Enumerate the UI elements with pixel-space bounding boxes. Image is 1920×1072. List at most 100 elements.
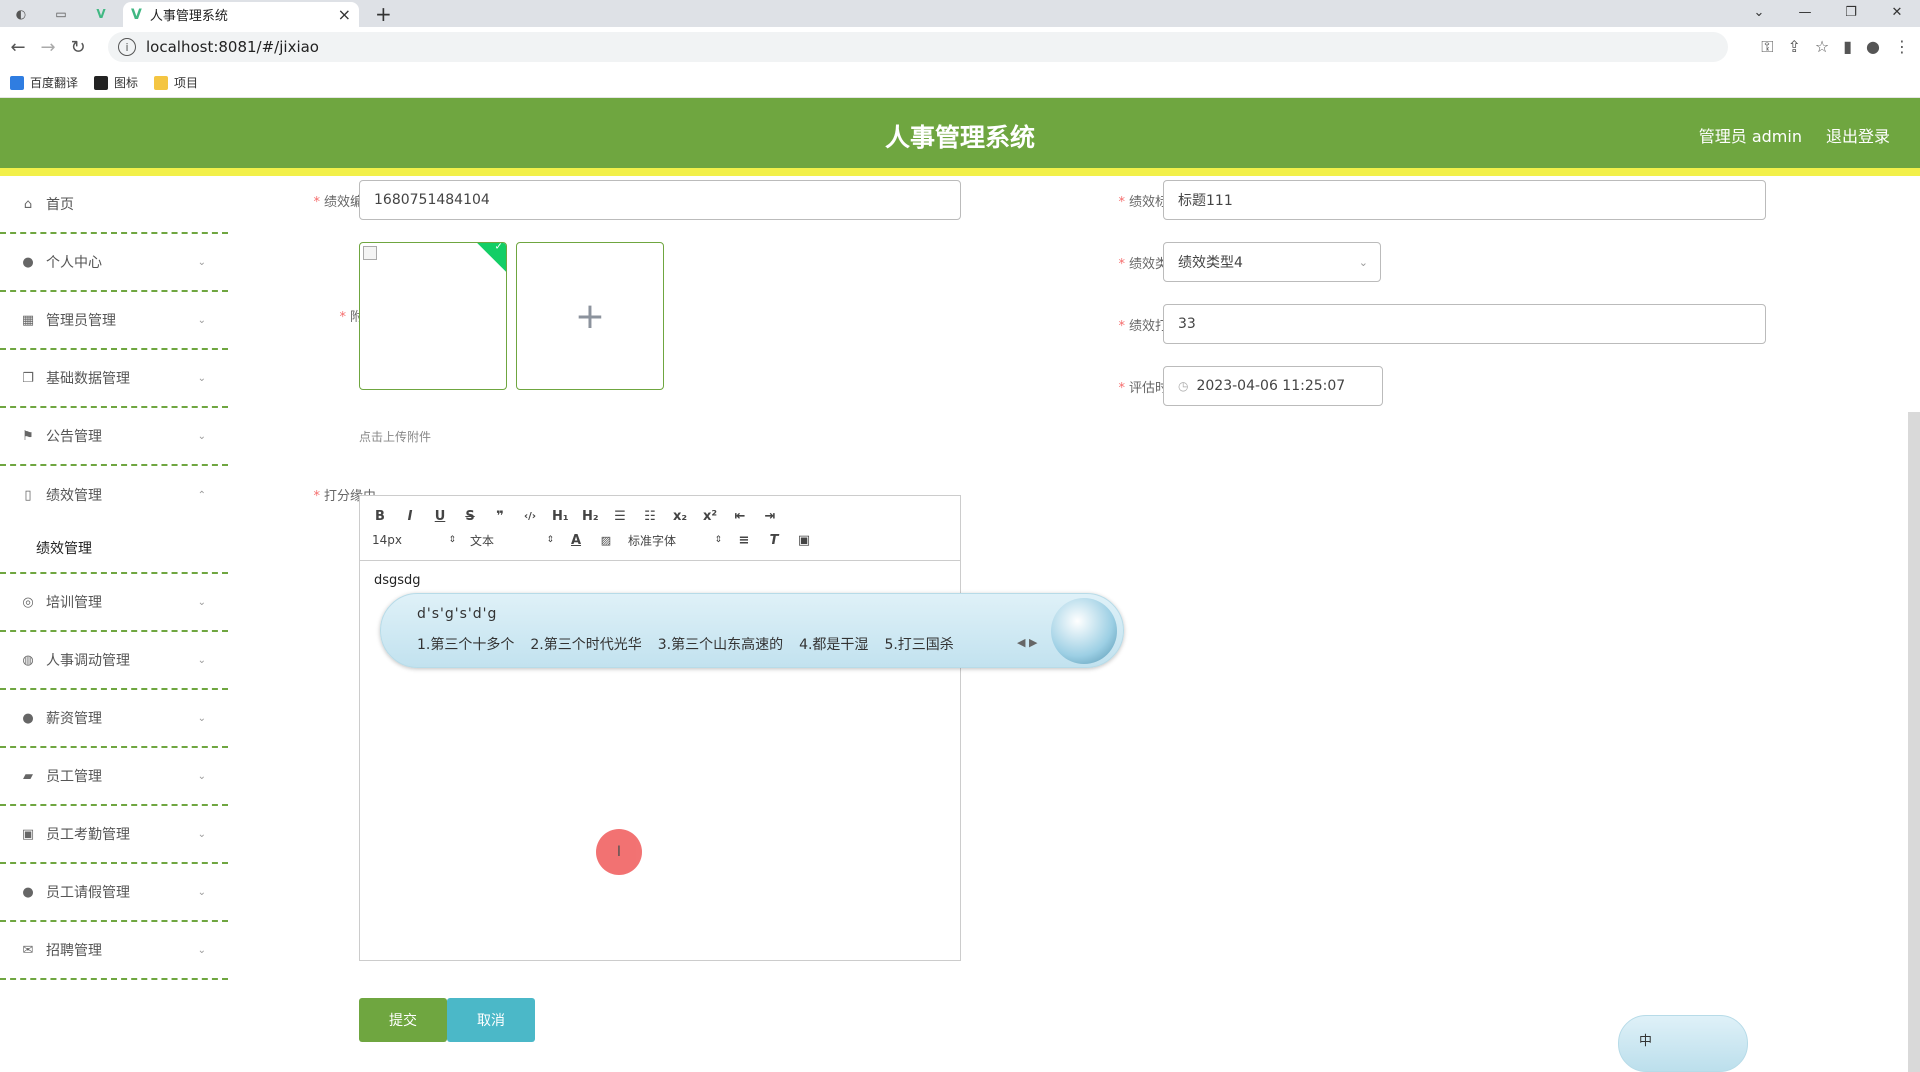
translate-icon [10,75,24,90]
bookmark-icons[interactable]: 图标 [94,74,138,91]
chevron-down-icon: ⌄ [197,372,206,384]
url-bar[interactable]: i localhost:8081/#/jixiao [108,32,1728,62]
code-block-button[interactable]: ‹/› [522,511,538,522]
profile-icon[interactable]: ● [1866,37,1880,57]
italic-button[interactable]: I [402,509,418,524]
image-icon[interactable]: ▣ [796,533,812,548]
share-icon[interactable]: ⇪ [1787,37,1800,57]
heading1-button[interactable]: H₁ [552,509,569,524]
sidebar-item-personal-center[interactable]: ● 个人中心 ⌄ [0,234,228,292]
bookmark-project[interactable]: 项目 [154,74,198,91]
close-window-button[interactable]: ✕ [1874,0,1920,24]
ime-status-bar[interactable]: 中 [1618,1015,1748,1072]
upload-add-button[interactable]: + [516,242,664,390]
uploaded-file-thumbnail[interactable]: ✓ [359,242,507,390]
minimize-button[interactable]: — [1782,0,1828,24]
forward-icon[interactable]: → [33,37,63,58]
tab-blank-icon[interactable]: ▭ [50,4,72,24]
mail-icon: ✉ [22,942,34,958]
sidebar-item-performance[interactable]: ▯ 绩效管理 ⌃ [0,466,228,524]
sidebar-item-admin[interactable]: ▦ 管理员管理 ⌄ [0,292,228,350]
bullet-list-button[interactable]: ☷ [642,509,658,524]
bookmark-label: 百度翻译 [30,76,79,90]
site-info-icon[interactable]: i [118,38,136,56]
sidebar-item-label: 员工考勤管理 [46,827,130,843]
heading2-button[interactable]: H₂ [582,509,599,524]
ime-candidate[interactable]: 5.打三国杀 [884,634,953,654]
active-tab[interactable]: V 人事管理系统 × [123,2,359,27]
perf-score-input[interactable]: 33 [1163,304,1766,344]
browser-tab-bar: ◐ ▭ V V 人事管理系统 × + ⌄ — ❐ ✕ [0,0,1920,27]
sidebar-item-transfer[interactable]: ◍ 人事调动管理 ⌄ [0,632,228,690]
sidebar-item-recruitment[interactable]: ✉ 招聘管理 ⌄ [0,922,228,980]
sidebar-item-notice[interactable]: ⚑ 公告管理 ⌄ [0,408,228,466]
ime-candidate[interactable]: 1.第三个十多个 [417,634,514,654]
bookmark-label: 项目 [174,76,199,90]
restore-button[interactable]: ❐ [1828,0,1874,24]
tab-search-icon[interactable]: ◐ [10,4,32,24]
background-color-icon[interactable]: ▨ [598,534,614,547]
perf-type-select[interactable]: 绩效类型4 ⌄ [1163,242,1381,282]
sidebar-item-base-data[interactable]: ❐ 基础数据管理 ⌄ [0,350,228,408]
tab-close-icon[interactable]: × [338,5,351,24]
browser-actions: ⚿ ⇪ ☆ ▮ ● ⋮ [1761,37,1910,57]
eval-time-picker[interactable]: ◷ 2023-04-06 11:25:07 [1163,366,1383,406]
key-icon[interactable]: ⚿ [1761,37,1773,57]
text-color-icon[interactable]: A [568,533,584,548]
tab-title: 人事管理系统 [149,9,228,24]
perf-title-input[interactable]: 标题111 [1163,180,1766,220]
cancel-button[interactable]: 取消 [447,998,535,1042]
subscript-button[interactable]: x₂ [672,509,688,524]
sidebar-item-salary[interactable]: ● 薪资管理 ⌄ [0,690,228,748]
bold-button[interactable]: B [372,509,388,524]
sidebar-item-label: 管理员管理 [46,313,116,329]
ime-candidate[interactable]: 2.第三个时代光华 [530,634,641,654]
tab-search-chevron-icon[interactable]: ⌄ [1736,0,1782,24]
bookmark-baidu-translate[interactable]: 百度翻译 [10,74,78,91]
clear-format-icon[interactable]: T [766,533,782,548]
reload-icon[interactable]: ↻ [63,37,93,58]
new-tab-button[interactable]: + [375,2,392,26]
select-arrows-icon: ⇕ [546,535,554,545]
ime-candidate[interactable]: 3.第三个山东高速的 [658,634,783,654]
sidebar-item-attendance[interactable]: ▣ 员工考勤管理 ⌄ [0,806,228,864]
sidebar-item-home[interactable]: ⌂ 首页 [0,176,228,234]
logout-link[interactable]: 退出登录 [1826,123,1890,147]
tab-vue-icon[interactable]: V [90,4,112,24]
perf-no-input[interactable]: 1680751484104 [359,180,961,220]
superscript-button[interactable]: x² [702,509,718,524]
bookmark-label: 图标 [114,76,139,90]
sidebar-item-employee[interactable]: ▰ 员工管理 ⌄ [0,748,228,806]
sidebar-item-training[interactable]: ◎ 培训管理 ⌄ [0,574,228,632]
outdent-button[interactable]: ⇤ [732,509,748,524]
star-icon[interactable]: ☆ [1815,37,1829,57]
ordered-list-button[interactable]: ☰ [612,509,628,524]
toolbar-row-2: 14px ⇕ 文本 ⇕ A ▨ 标准字体 ⇕ ≡ T ▣ [372,528,948,552]
sidebar-item-leave[interactable]: ● 员工请假管理 ⌄ [0,864,228,922]
ime-candidate[interactable]: 4.都是干湿 [799,634,868,654]
indent-button[interactable]: ⇥ [762,509,778,524]
underline-button[interactable]: U [432,509,448,524]
block-type-select[interactable]: 文本 ⇕ [470,532,554,549]
toolbar-row-1: B I U S ❞ ‹/› H₁ H₂ ☰ ☷ x₂ x² ⇤ ⇥ [372,504,948,528]
ime-candidate-window: d's'g's'd'g 1.第三个十多个 2.第三个时代光华 3.第三个山东高速… [380,593,1124,668]
align-icon[interactable]: ≡ [736,533,752,548]
header-stripe [0,168,1920,176]
strike-button[interactable]: S [462,509,478,524]
submit-button[interactable]: 提交 [359,998,447,1042]
sidepanel-icon[interactable]: ▮ [1843,37,1852,57]
font-family-select[interactable]: 标准字体 ⇕ [628,532,722,549]
sidebar-subitem-performance[interactable]: 绩效管理 [0,524,228,574]
blockquote-button[interactable]: ❞ [492,509,508,524]
font-size-select[interactable]: 14px ⇕ [372,533,456,547]
upload-hint: 点击上传附件 [359,430,432,444]
back-icon[interactable]: ← [3,37,33,58]
broken-image-icon [363,246,377,260]
app-title: 人事管理系统 [884,123,1035,152]
eval-time-value: 2023-04-06 11:25:07 [1196,378,1346,394]
page-scrollbar[interactable] [1908,412,1920,1072]
text-cursor-icon: I [616,844,622,860]
menu-icon[interactable]: ⋮ [1894,37,1910,57]
chevron-down-icon: ⌄ [197,712,206,724]
ime-page-arrows[interactable]: ◀ ▶ [1017,636,1037,649]
